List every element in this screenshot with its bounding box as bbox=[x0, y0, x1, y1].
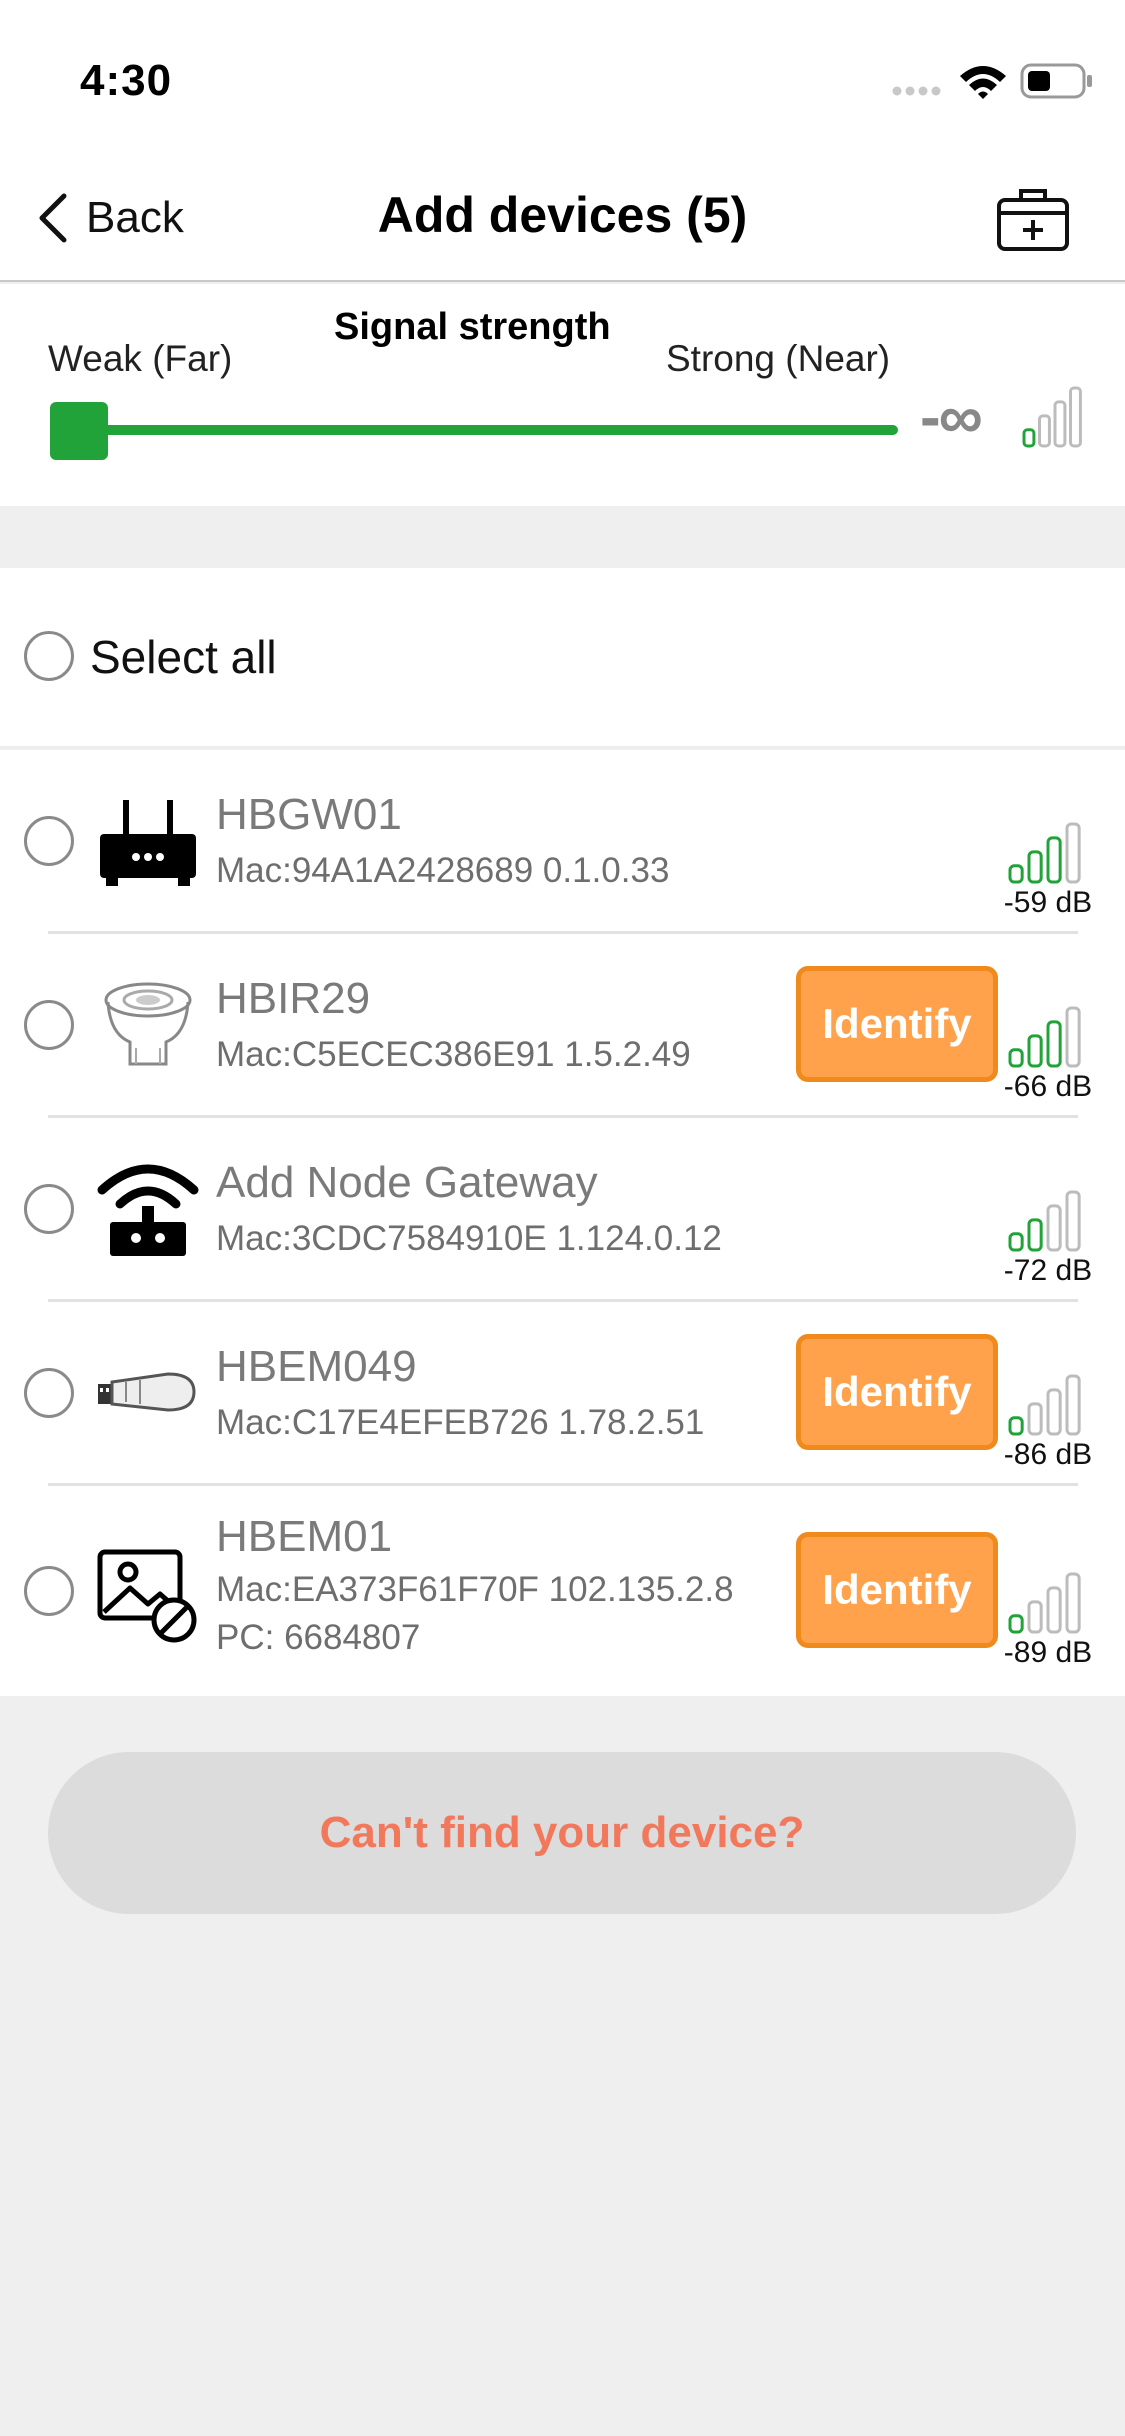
device-pc-code: PC: 6684807 bbox=[216, 1618, 421, 1657]
device-mac: Mac:C5ECEC386E91 1.5.2.49 bbox=[216, 1035, 691, 1074]
cellular-signal-icon bbox=[892, 86, 941, 96]
device-row[interactable]: HBEM049 Mac:C17E4EFEB726 1.78.2.51 Ident… bbox=[0, 1302, 1125, 1484]
no-image-icon bbox=[97, 1549, 197, 1643]
device-radio[interactable] bbox=[24, 1368, 74, 1418]
device-radio[interactable] bbox=[24, 816, 74, 866]
device-name: HBIR29 bbox=[216, 974, 371, 1023]
status-bar: 4:30 bbox=[0, 0, 1125, 150]
signal-db: -72 dB bbox=[1003, 1254, 1093, 1287]
signal-bars-icon bbox=[1008, 1374, 1081, 1436]
weak-far-label: Weak (Far) bbox=[48, 338, 233, 379]
nav-bar: Back Add devices (5) bbox=[0, 150, 1125, 282]
device-row[interactable]: HBEM01 Mac:EA373F61F70F 102.135.2.8 PC: … bbox=[0, 1486, 1125, 1696]
page-title: Add devices (5) bbox=[377, 187, 748, 243]
battery-icon bbox=[1020, 63, 1092, 99]
signal-threshold-value: -∞ bbox=[920, 383, 983, 452]
device-mac: Mac:3CDC7584910E 1.124.0.12 bbox=[216, 1219, 722, 1258]
signal-db: -66 dB bbox=[1003, 1070, 1093, 1103]
select-all-radio[interactable] bbox=[24, 631, 74, 681]
device-row[interactable]: HBGW01 Mac:94A1A2428689 0.1.0.33 -59 dB bbox=[0, 750, 1125, 932]
router-icon bbox=[100, 800, 196, 886]
device-radio[interactable] bbox=[24, 1184, 74, 1234]
signal-db: -59 dB bbox=[1003, 886, 1093, 919]
identify-button[interactable]: Identify bbox=[796, 1532, 998, 1648]
identify-button[interactable]: Identify bbox=[796, 1334, 998, 1450]
wifi-icon bbox=[960, 66, 1006, 99]
toolbox-add-icon[interactable] bbox=[996, 186, 1070, 252]
device-radio[interactable] bbox=[24, 1566, 74, 1616]
identify-button[interactable]: Identify bbox=[796, 966, 998, 1082]
signal-slider-thumb[interactable] bbox=[50, 402, 108, 460]
device-mac: Mac:EA373F61F70F 102.135.2.8 bbox=[216, 1570, 734, 1609]
signal-db: -89 dB bbox=[1003, 1636, 1093, 1669]
signal-bars-icon bbox=[1022, 386, 1082, 448]
status-time: 4:30 bbox=[80, 56, 173, 105]
signal-filter-panel: Signal strength Weak (Far) Strong (Near)… bbox=[0, 284, 1125, 506]
signal-strength-title: Signal strength bbox=[334, 306, 611, 348]
cant-find-device-button[interactable]: Can't find your device? bbox=[48, 1752, 1076, 1914]
device-mac: Mac:94A1A2428689 0.1.0.33 bbox=[216, 851, 670, 890]
select-all-label: Select all bbox=[90, 631, 277, 683]
signal-bars-icon bbox=[1008, 1190, 1081, 1252]
signal-bars-icon bbox=[1008, 1572, 1081, 1634]
device-mac: Mac:C17E4EFEB726 1.78.2.51 bbox=[216, 1403, 705, 1442]
strong-near-label: Strong (Near) bbox=[666, 338, 891, 379]
signal-bars-icon bbox=[1008, 822, 1081, 884]
device-list: HBGW01 Mac:94A1A2428689 0.1.0.33 -59 dB … bbox=[0, 750, 1125, 1696]
device-row[interactable]: Add Node Gateway Mac:3CDC7584910E 1.124.… bbox=[0, 1118, 1125, 1300]
device-name: Add Node Gateway bbox=[216, 1158, 598, 1207]
device-row[interactable]: HBIR29 Mac:C5ECEC386E91 1.5.2.49 Identif… bbox=[0, 934, 1125, 1116]
signal-bars-icon bbox=[1008, 1006, 1081, 1068]
select-all-row[interactable]: Select all bbox=[0, 568, 1125, 748]
device-name: HBEM049 bbox=[216, 1342, 417, 1391]
device-radio[interactable] bbox=[24, 1000, 74, 1050]
device-name: HBEM01 bbox=[216, 1512, 393, 1561]
signal-slider-track[interactable] bbox=[52, 425, 898, 435]
usb-dongle-icon bbox=[98, 1372, 196, 1412]
ir-sensor-icon bbox=[104, 982, 192, 1066]
device-name: HBGW01 bbox=[216, 790, 402, 839]
signal-db: -86 dB bbox=[1003, 1438, 1093, 1471]
wifi-gateway-icon bbox=[97, 1164, 199, 1256]
